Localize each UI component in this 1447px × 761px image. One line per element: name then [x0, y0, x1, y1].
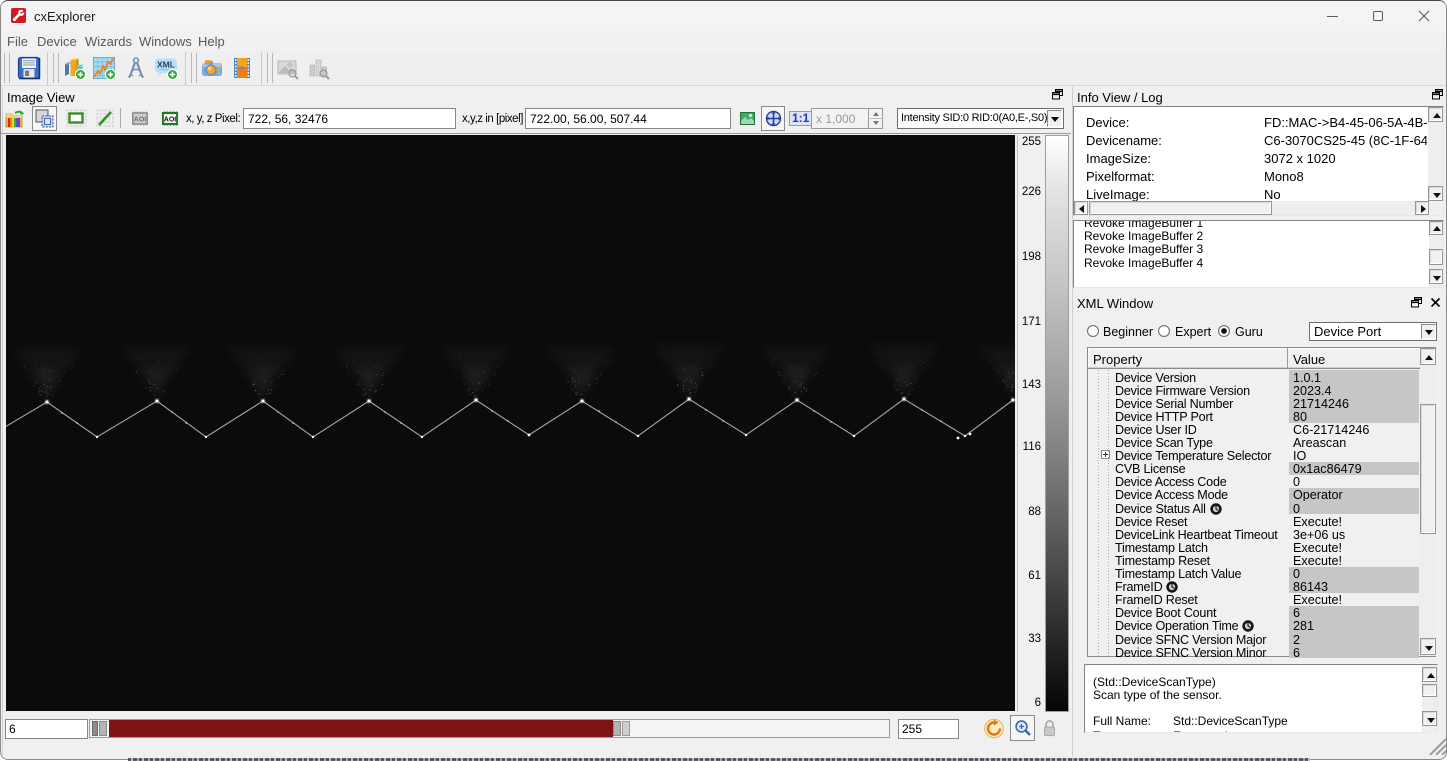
- svg-text:AOI: AOI: [134, 117, 147, 124]
- svg-text:AOI: AOI: [164, 117, 177, 124]
- svg-text:XML: XML: [157, 60, 175, 70]
